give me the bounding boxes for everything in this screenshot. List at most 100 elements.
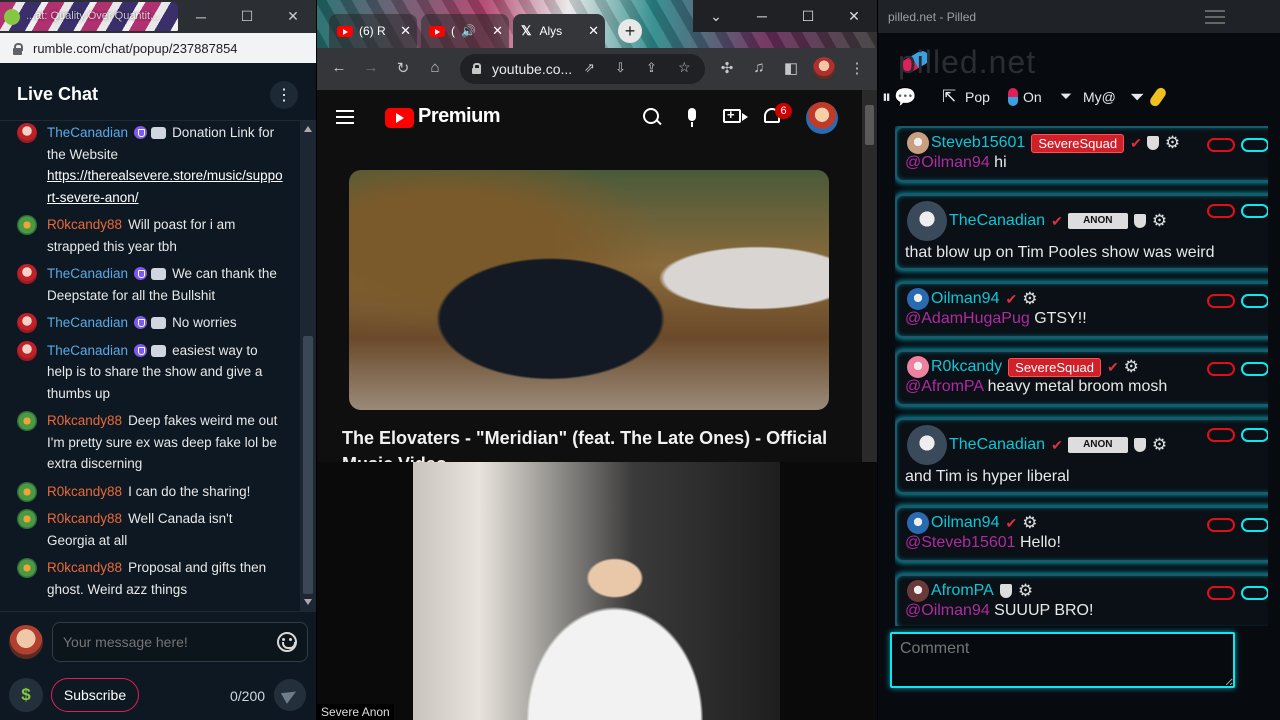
message-username[interactable]: TheCanadian: [949, 212, 1045, 230]
report-toggle[interactable]: [1207, 294, 1235, 308]
reload-icon[interactable]: ↻: [393, 59, 413, 77]
hamburger-menu-icon[interactable]: [336, 110, 354, 124]
scrollbar-thumb[interactable]: [865, 105, 874, 145]
settings-gear-icon[interactable]: ⚙: [1124, 357, 1139, 377]
on-toggle-button[interactable]: On: [1008, 84, 1042, 110]
mention-link[interactable]: @Oilman94: [905, 602, 990, 619]
settings-gear-icon[interactable]: ⚙: [1022, 513, 1037, 533]
message-username[interactable]: R0kcandy88: [47, 560, 122, 575]
message-username[interactable]: R0kcandy88: [47, 484, 122, 499]
close-tab-icon[interactable]: ✕: [588, 23, 599, 39]
side-panel-icon[interactable]: ◧: [781, 59, 801, 77]
message-username[interactable]: AfromPA: [931, 582, 994, 600]
reply-toggle[interactable]: [1241, 362, 1269, 376]
mention-link[interactable]: @Oilman94: [905, 154, 990, 171]
minimize-button[interactable]: ─: [739, 0, 785, 32]
close-tab-icon[interactable]: ✕: [492, 23, 503, 39]
send-button[interactable]: [274, 679, 306, 711]
message-username[interactable]: TheCanadian: [47, 266, 128, 281]
youtube-premium-wordmark[interactable]: Premium: [418, 105, 501, 128]
message-username[interactable]: TheCanadian: [47, 343, 128, 358]
bookmark-star-icon[interactable]: ☆: [678, 59, 691, 76]
youtube-logo-icon[interactable]: [385, 108, 414, 128]
tab-youtube-2[interactable]: ( 🔊 ✕: [421, 14, 509, 48]
message-username[interactable]: Oilman94: [931, 514, 999, 532]
back-icon[interactable]: ←: [329, 59, 349, 76]
message-username[interactable]: R0kcandy88: [47, 217, 122, 232]
user-avatar[interactable]: [17, 313, 37, 333]
report-toggle[interactable]: [1207, 586, 1235, 600]
reply-toggle[interactable]: [1241, 204, 1269, 218]
reply-toggle[interactable]: [1241, 294, 1269, 308]
layout-toggle-button[interactable]: ⏸ 💬: [882, 84, 916, 110]
rumble-url-bar[interactable]: rumble.com/chat/popup/237887854: [0, 33, 316, 63]
settings-gear-icon[interactable]: ⚙: [1152, 435, 1167, 455]
message-username[interactable]: Steveb15601: [931, 134, 1025, 152]
close-window-button[interactable]: ✕: [831, 0, 877, 32]
address-bar[interactable]: youtube.co... ⇗ ⇩ ⇪ ☆: [460, 54, 705, 84]
open-in-app-icon[interactable]: ⇗: [584, 60, 595, 76]
user-avatar[interactable]: [17, 340, 37, 361]
message-username[interactable]: R0kcandy88: [47, 413, 122, 428]
reply-toggle[interactable]: [1241, 518, 1269, 532]
pill-filter-button[interactable]: ⏷: [1130, 84, 1168, 110]
report-toggle[interactable]: [1207, 138, 1235, 152]
pilled-scrollbar[interactable]: [1268, 126, 1280, 626]
message-username[interactable]: R0kcandy88: [47, 511, 122, 526]
install-icon[interactable]: ⇩: [615, 60, 626, 76]
scroll-up-icon[interactable]: [304, 126, 312, 132]
user-avatar[interactable]: [907, 288, 929, 310]
user-avatar[interactable]: [17, 215, 37, 235]
user-avatar[interactable]: [17, 481, 37, 502]
settings-gear-icon[interactable]: ⚙: [1022, 289, 1037, 309]
user-avatar[interactable]: [17, 123, 37, 143]
maximize-button[interactable]: ☐: [785, 0, 831, 32]
user-avatar[interactable]: [17, 264, 37, 284]
pilled-menu-icon[interactable]: [1205, 10, 1225, 24]
tab-youtube-1[interactable]: (6) R ✕: [329, 14, 417, 48]
home-icon[interactable]: ⌂: [425, 59, 445, 76]
message-username[interactable]: R0kcandy: [931, 358, 1002, 376]
search-icon[interactable]: [643, 108, 661, 126]
reply-toggle[interactable]: [1241, 586, 1269, 600]
settings-gear-icon[interactable]: ⚙: [1165, 133, 1180, 153]
user-avatar[interactable]: [17, 509, 37, 529]
user-avatar[interactable]: [17, 411, 37, 431]
video-thumbnail[interactable]: [349, 170, 829, 410]
user-avatar[interactable]: [907, 356, 929, 378]
rumble-tab[interactable]: ...at: Quality Over Quantit...: [0, 2, 178, 31]
chat-message-input[interactable]: [52, 622, 308, 662]
close-window-button[interactable]: ✕: [270, 0, 316, 33]
report-toggle[interactable]: [1207, 362, 1235, 376]
share-icon[interactable]: ⇪: [646, 60, 657, 76]
user-avatar[interactable]: [907, 132, 929, 154]
scroll-down-icon[interactable]: [304, 599, 312, 605]
more-options-button[interactable]: ⋮: [270, 81, 298, 109]
minimize-button[interactable]: ─: [178, 0, 224, 33]
report-toggle[interactable]: [1207, 204, 1235, 218]
tab-search-button[interactable]: ⌄: [693, 0, 739, 32]
pop-button[interactable]: ⇱ Pop: [942, 84, 990, 110]
maximize-button[interactable]: ☐: [224, 0, 270, 33]
microphone-icon[interactable]: [688, 108, 696, 127]
comment-input[interactable]: [890, 632, 1235, 688]
user-avatar[interactable]: [907, 580, 929, 602]
extensions-icon[interactable]: ✣: [717, 59, 737, 77]
new-tab-button[interactable]: +: [618, 19, 642, 43]
mention-link[interactable]: @Steveb15601: [905, 534, 1016, 551]
close-tab-icon[interactable]: ✕: [400, 23, 411, 39]
subscribe-button[interactable]: Subscribe: [51, 678, 139, 712]
user-avatar[interactable]: [907, 201, 947, 241]
user-avatar[interactable]: [907, 425, 947, 465]
message-link[interactable]: https://therealsevere.store/music/suppor…: [47, 168, 283, 205]
youtube-scrollbar[interactable]: [862, 90, 877, 462]
report-toggle[interactable]: [1207, 428, 1235, 442]
settings-gear-icon[interactable]: ⚙: [1152, 211, 1167, 231]
media-control-icon[interactable]: ♫: [749, 59, 769, 76]
audio-playing-icon[interactable]: 🔊: [461, 24, 476, 38]
settings-gear-icon[interactable]: ⚙: [1018, 581, 1033, 601]
browser-profile-avatar[interactable]: [813, 57, 835, 79]
report-toggle[interactable]: [1207, 518, 1235, 532]
youtube-account-avatar[interactable]: [806, 102, 838, 134]
rumble-scrollbar[interactable]: [300, 121, 316, 611]
